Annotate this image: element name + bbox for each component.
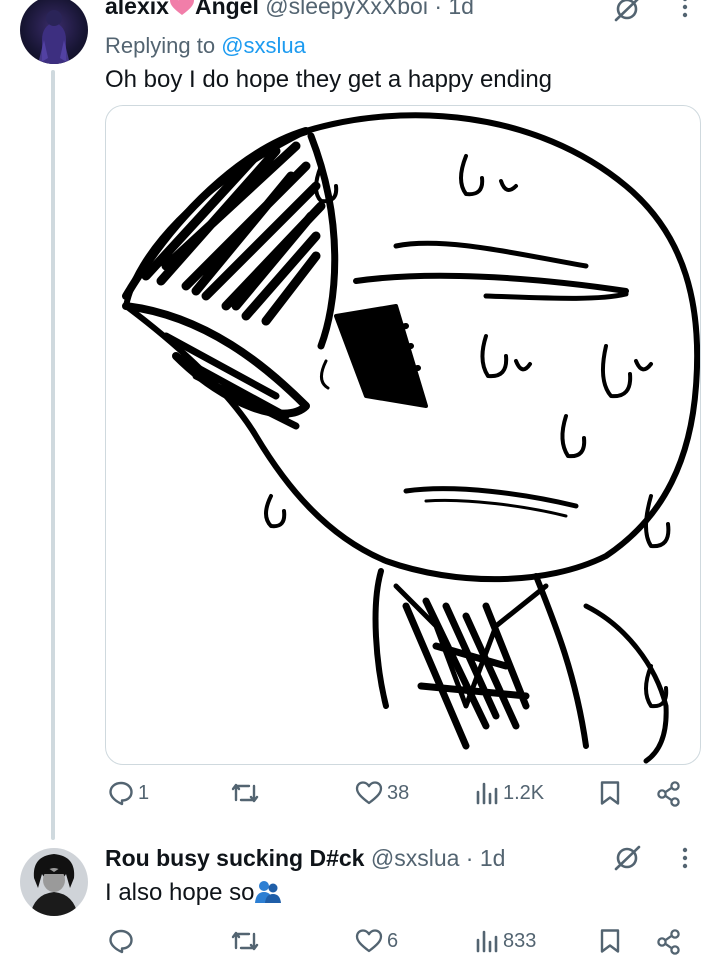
replying-prefix: Replying to [105, 33, 216, 58]
bookmark-button[interactable] [599, 928, 621, 954]
share-icon [655, 928, 683, 956]
views-count: 1.2K [503, 781, 545, 804]
tweet2-text: I also hope so [105, 879, 255, 906]
more-options-icon[interactable] [681, 847, 689, 876]
more-options-icon[interactable] [681, 0, 689, 25]
tweet2-time[interactable]: · 1d [466, 845, 506, 871]
heart-icon [355, 928, 383, 954]
avatar-rou[interactable] [20, 848, 88, 916]
like-button[interactable]: 38 [355, 780, 409, 806]
like-count: 6 [387, 929, 399, 952]
repost-icon [230, 928, 260, 954]
share-button[interactable] [655, 928, 683, 956]
tweet1-display-name[interactable]: alexix [105, 0, 169, 19]
tweet1-header: alexix Angel @sleepyXxXboi · 1d [105, 0, 474, 20]
tweet2-header: Rou busy sucking D#ck @sxslua · 1d [105, 845, 505, 872]
tweet1-actions: 1 38 1.2K [105, 780, 695, 816]
reply-count: 1 [138, 781, 150, 804]
like-button[interactable]: 6 [355, 928, 398, 954]
tweet2-handle[interactable]: @sxslua [371, 845, 460, 871]
tweet1-text: Oh boy I do hope they get a happy ending [105, 66, 553, 93]
analytics-icon [475, 780, 499, 806]
views-button[interactable]: 833 [475, 928, 536, 954]
repost-button[interactable] [230, 780, 264, 806]
views-count: 833 [503, 929, 537, 952]
grok-icon[interactable] [613, 0, 643, 27]
like-count: 38 [387, 781, 410, 804]
tweet1-handle[interactable]: @sleepyXxXboi [265, 0, 428, 19]
share-button[interactable] [655, 780, 683, 808]
thread-line [51, 70, 55, 840]
bookmark-icon [599, 928, 621, 954]
tweet1-media-image[interactable] [105, 105, 701, 765]
heart-emoji-icon [169, 0, 195, 19]
people-hugging-emoji-icon [254, 879, 282, 906]
repost-icon [230, 780, 260, 806]
analytics-icon [475, 928, 499, 954]
drawing-sweating-face [122, 112, 700, 764]
avatar-alexix[interactable] [20, 0, 88, 64]
grok-icon[interactable] [613, 845, 643, 876]
repost-button[interactable] [230, 928, 264, 954]
tweet2-actions: 6 833 [105, 928, 695, 964]
reply-icon [108, 928, 134, 954]
tweet2-text-row: I also hope so [105, 878, 282, 907]
views-button[interactable]: 1.2K [475, 780, 544, 806]
tweet2-display-name[interactable]: Rou busy sucking D#ck [105, 845, 364, 871]
share-icon [655, 780, 683, 808]
reply-button[interactable]: 1 [108, 780, 149, 806]
bookmark-icon [599, 780, 621, 806]
heart-icon [355, 780, 383, 806]
tweet1-display-name-2[interactable]: Angel [195, 0, 259, 19]
reply-button[interactable] [108, 928, 138, 954]
replying-to: Replying to @sxslua [105, 33, 306, 59]
reply-icon [108, 780, 134, 806]
bookmark-button[interactable] [599, 780, 621, 806]
replying-mention[interactable]: @sxslua [221, 33, 306, 58]
tweet1-time[interactable]: · 1d [434, 0, 474, 19]
